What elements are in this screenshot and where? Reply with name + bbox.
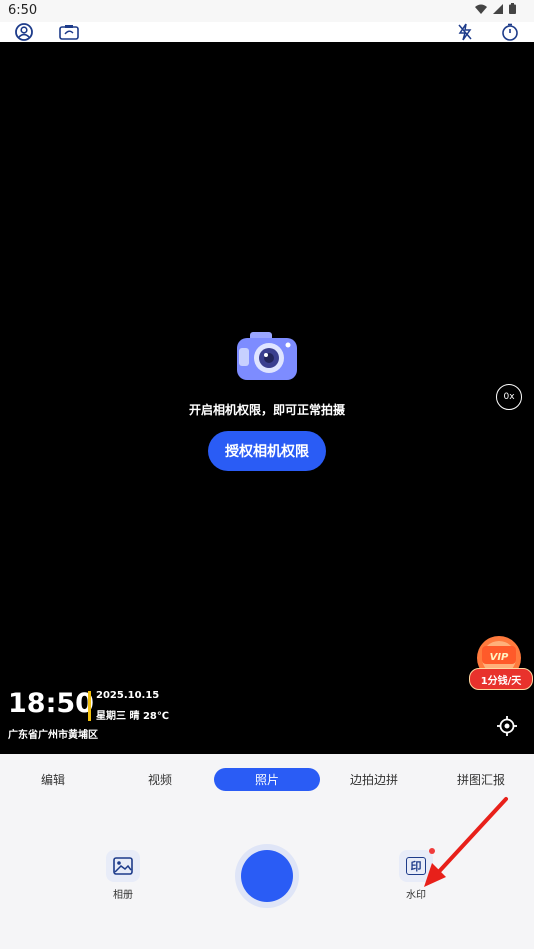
album-icon <box>113 857 133 875</box>
locate-icon[interactable] <box>497 716 517 736</box>
tab-shoot-and-stitch[interactable]: 边拍边拼 <box>338 768 410 791</box>
shutter-button[interactable] <box>235 844 299 908</box>
status-bar: 6:50 <box>0 0 534 22</box>
tab-collage-report[interactable]: 拼图汇报 <box>446 768 516 791</box>
camera-viewfinder[interactable]: 开启相机权限，即可正常拍摄 授权相机权限 0x VIP 1分钱/天 18:50 … <box>0 42 534 754</box>
album-label: 相册 <box>113 890 133 901</box>
svg-text:VIP: VIP <box>490 652 509 663</box>
tab-edit[interactable]: 编辑 <box>22 768 84 791</box>
permission-message: 开启相机权限，即可正常拍摄 <box>188 403 345 417</box>
album-button[interactable]: 相册 <box>106 850 140 901</box>
status-icons <box>475 3 516 14</box>
profile-icon <box>15 23 33 41</box>
zoom-button[interactable]: 0x <box>496 384 522 410</box>
top-toolbar <box>0 22 534 42</box>
status-time: 6:50 <box>8 3 38 18</box>
tab-video[interactable]: 视频 <box>129 768 191 791</box>
flash-off-icon <box>458 23 472 41</box>
timer-icon <box>502 23 518 41</box>
watermark-date: 2025.10.15 <box>96 690 160 701</box>
watermark-location: 广东省广州市黄埔区 <box>8 730 98 741</box>
battery-icon <box>509 3 516 14</box>
vip-price-pill[interactable]: 1分钱/天 <box>469 668 533 690</box>
camera-switch-icon <box>59 25 79 40</box>
camera-switch-button[interactable] <box>58 22 80 42</box>
tab-photo[interactable]: 照片 <box>214 768 320 791</box>
red-arrow-annotation <box>424 797 508 887</box>
camera-permission-icon <box>237 332 297 380</box>
profile-button[interactable] <box>13 22 35 42</box>
watermark-weather: 星期三 晴 28℃ <box>96 711 169 722</box>
shutter-inner <box>241 850 293 902</box>
watermark-divider <box>88 691 91 721</box>
timer-button[interactable] <box>499 22 521 42</box>
watermark-time: 18:50 <box>8 688 94 719</box>
album-icon-box <box>106 850 140 882</box>
wifi-icon <box>475 4 487 14</box>
flash-button[interactable] <box>454 22 476 42</box>
signal-icon <box>493 3 503 14</box>
grant-camera-permission-button[interactable]: 授权相机权限 <box>208 431 326 471</box>
